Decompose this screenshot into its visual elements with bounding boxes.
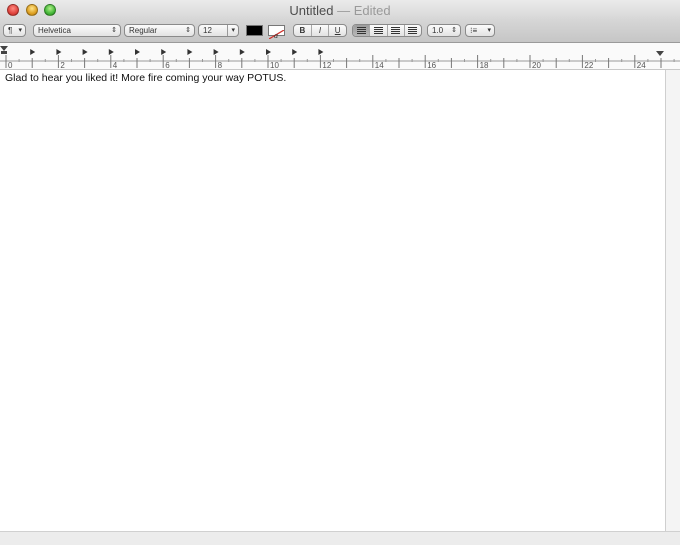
window-title: Untitled — Edited: [0, 3, 680, 18]
window-bottom-edge: [0, 531, 680, 545]
tab-stop-marker[interactable]: [318, 49, 324, 55]
alignment-segmented: [352, 24, 422, 37]
tab-stop-marker[interactable]: [187, 49, 193, 55]
left-indent-marker[interactable]: [1, 51, 7, 54]
chevron-down-icon: ▾: [227, 25, 235, 36]
font-typeface-value: Regular: [129, 26, 158, 35]
ruler-label: 6: [165, 61, 170, 69]
ruler-label: 20: [532, 61, 541, 69]
tab-stop-marker[interactable]: [213, 49, 219, 55]
format-toolbar: ¶ ▾ Helvetica ⇕ Regular ⇕ 12 ▾ a B I U 1…: [0, 20, 680, 43]
popup-arrows-icon: ⇕: [451, 27, 457, 34]
text-style-segmented: B I U: [293, 24, 347, 37]
ruler-label: 2: [60, 61, 65, 69]
tab-stop-marker[interactable]: [108, 49, 114, 55]
ruler-label: 16: [427, 61, 436, 69]
title-bar[interactable]: Untitled — Edited: [0, 0, 680, 20]
ruler-label: 22: [584, 61, 593, 69]
justify-button[interactable]: [405, 25, 421, 36]
tab-stop-marker[interactable]: [56, 49, 62, 55]
ruler-label: 14: [375, 61, 384, 69]
justify-icon: [408, 27, 418, 34]
paragraph-icon: ¶: [8, 26, 13, 35]
ruler[interactable]: 0 2 4 6 8 10 12 14 16 18 20 22 24: [0, 43, 680, 70]
ruler-label: 18: [480, 61, 489, 69]
italic-button[interactable]: I: [312, 25, 330, 36]
align-center-button[interactable]: [370, 25, 388, 36]
list-style-popup[interactable]: ⁝≡ ▾: [465, 24, 495, 37]
popup-arrows-icon: ⇕: [185, 27, 191, 34]
tab-stop-marker[interactable]: [266, 49, 271, 55]
bold-button[interactable]: B: [294, 25, 312, 36]
align-left-icon: [356, 27, 366, 34]
align-right-icon: [391, 27, 401, 34]
vertical-scrollbar[interactable]: [666, 70, 680, 531]
first-line-indent-marker[interactable]: [0, 46, 8, 51]
tab-stop-marker[interactable]: [161, 49, 167, 55]
tab-stop-marker[interactable]: [135, 49, 140, 55]
ruler-label: 12: [322, 61, 331, 69]
align-center-icon: [373, 27, 383, 34]
font-family-popup[interactable]: Helvetica ⇕: [33, 24, 121, 37]
line-spacing-value: 1.0: [432, 26, 444, 35]
align-right-button[interactable]: [388, 25, 405, 36]
window-title-text: Untitled: [289, 3, 334, 18]
highlight-a-icon: a: [268, 29, 285, 40]
paragraph-styles-button[interactable]: ¶ ▾: [3, 24, 26, 37]
font-typeface-popup[interactable]: Regular ⇕: [124, 24, 195, 37]
tab-stop-marker[interactable]: [292, 49, 298, 55]
ruler-label: 4: [113, 61, 118, 69]
underline-button[interactable]: U: [329, 25, 346, 36]
right-margin-marker[interactable]: [656, 51, 664, 56]
document-area[interactable]: Glad to hear you liked it! More fire com…: [0, 70, 666, 531]
text-color-well[interactable]: [246, 25, 263, 36]
tab-stop-marker[interactable]: [239, 49, 245, 55]
font-size-value: 12: [203, 26, 212, 35]
font-family-value: Helvetica: [38, 26, 71, 35]
font-size-combobox[interactable]: 12 ▾: [198, 24, 239, 37]
chevron-down-icon: ▾: [18, 27, 22, 34]
edited-status: — Edited: [333, 3, 391, 18]
tab-stop-marker[interactable]: [82, 49, 88, 55]
ruler-label: 24: [637, 61, 646, 69]
document-text[interactable]: Glad to hear you liked it! More fire com…: [5, 72, 286, 84]
popup-arrows-icon: ⇕: [111, 27, 117, 34]
line-spacing-popup[interactable]: 1.0 ⇕: [427, 24, 461, 37]
ruler-label: 0: [8, 61, 13, 69]
tab-stop-marker[interactable]: [30, 49, 36, 55]
ruler-label: 8: [218, 61, 223, 69]
ruler-scale: 0 2 4 6 8 10 12 14 16 18 20 22 24: [0, 46, 680, 69]
list-bullets-icon: ⁝≡: [470, 26, 478, 35]
highlight-color-well[interactable]: a: [268, 25, 285, 40]
textedit-window: Untitled — Edited ¶ ▾ Helvetica ⇕ Regula…: [0, 0, 680, 545]
ruler-label: 10: [270, 61, 279, 69]
svg-text:a: a: [274, 31, 278, 39]
align-left-button[interactable]: [353, 25, 371, 36]
chevron-down-icon: ▾: [487, 27, 491, 34]
